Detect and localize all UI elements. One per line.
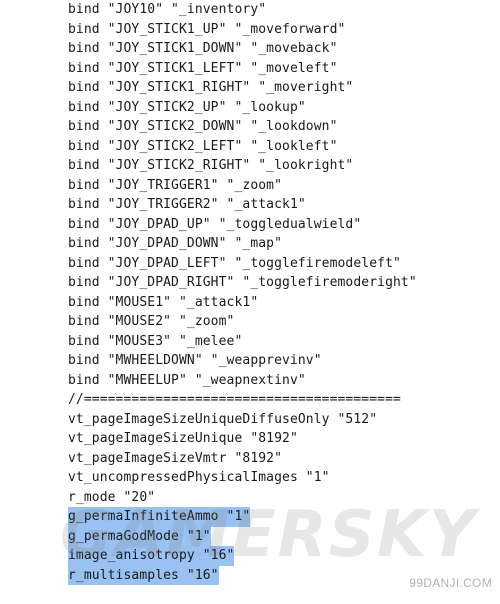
- code-line[interactable]: bind "JOY_DPAD_RIGHT" "_togglefiremoderi…: [68, 273, 498, 293]
- code-line-text: vt_pageImageSizeUnique "8192": [68, 431, 298, 446]
- code-line[interactable]: vt_pageImageSizeUnique "8192": [68, 429, 498, 449]
- code-line-text: bind "JOY_DPAD_RIGHT" "_togglefiremoderi…: [68, 275, 417, 290]
- code-line-text: bind "MOUSE1" "_attack1": [68, 294, 259, 310]
- code-line[interactable]: bind "MWHEELUP" "_weapnextinv": [68, 371, 498, 391]
- code-line[interactable]: bind "JOY_TRIGGER2" "_attack1": [68, 195, 498, 215]
- code-line-selected[interactable]: image_anisotropy "16": [68, 546, 498, 566]
- code-line-text: vt_uncompressedPhysicalImages "1": [68, 470, 330, 485]
- code-line-text: bind "JOY_STICK1_LEFT" "_moveleft": [68, 60, 338, 76]
- code-line[interactable]: vt_pageImageSizeVmtr "8192": [68, 449, 498, 469]
- code-line-text: g_permaInfiniteAmmo "1": [68, 507, 251, 527]
- code-line[interactable]: vt_uncompressedPhysicalImages "1": [68, 468, 498, 488]
- code-line-text: bind "JOY_STICK2_DOWN" "_lookdown": [68, 119, 338, 134]
- code-line[interactable]: //======================================…: [68, 390, 498, 410]
- code-line[interactable]: bind "MWHEELDOWN" "_weapprevinv": [68, 351, 498, 371]
- code-line-text: bind "MWHEELUP" "_weapnextinv": [68, 372, 306, 388]
- text-editor[interactable]: bind "JOY10" "_inventory"bind "JOY_STICK…: [0, 0, 500, 604]
- code-line-text: bind "JOY_STICK2_RIGHT" "_lookright": [68, 158, 354, 173]
- code-line-text: bind "JOY_STICK1_DOWN" "_moveback": [68, 41, 338, 56]
- code-line[interactable]: bind "JOY_STICK1_RIGHT" "_moveright": [68, 78, 498, 98]
- code-line-text: bind "MOUSE2" "_zoom": [68, 314, 235, 329]
- code-line-text: vt_pageImageSizeUniqueDiffuseOnly "512": [68, 411, 378, 427]
- code-line-text: bind "MWHEELDOWN" "_weapprevinv": [68, 353, 322, 368]
- code-line-text: vt_pageImageSizeVmtr "8192": [68, 450, 283, 466]
- code-line[interactable]: bind "JOY_STICK2_DOWN" "_lookdown": [68, 117, 498, 137]
- code-line[interactable]: bind "MOUSE2" "_zoom": [68, 312, 498, 332]
- code-line-text: r_mode "20": [68, 489, 156, 505]
- code-line[interactable]: bind "JOY_STICK1_DOWN" "_moveback": [68, 39, 498, 59]
- code-line[interactable]: bind "JOY_TRIGGER1" "_zoom": [68, 176, 498, 196]
- code-line-text: bind "JOY_STICK1_UP" "_moveforward": [68, 21, 346, 37]
- site-watermark: 99DANJI.COM: [409, 576, 492, 590]
- code-line-text: bind "JOY_DPAD_DOWN" "_map": [68, 236, 283, 251]
- code-line-text: bind "JOY_STICK2_UP" "_lookup": [68, 99, 306, 115]
- code-line-text: bind "JOY_TRIGGER1" "_zoom": [68, 177, 283, 193]
- code-line[interactable]: bind "JOY_STICK2_RIGHT" "_lookright": [68, 156, 498, 176]
- code-line[interactable]: bind "JOY_STICK2_LEFT" "_lookleft": [68, 137, 498, 157]
- code-line[interactable]: bind "JOY10" "_inventory": [68, 0, 498, 20]
- code-line-text: //======================================…: [68, 392, 401, 407]
- code-line[interactable]: r_mode "20": [68, 488, 498, 508]
- code-line[interactable]: bind "MOUSE3" "_melee": [68, 332, 498, 352]
- code-line[interactable]: bind "MOUSE1" "_attack1": [68, 293, 498, 313]
- code-line[interactable]: bind "JOY_DPAD_LEFT" "_togglefiremodelef…: [68, 254, 498, 274]
- code-line[interactable]: bind "JOY_DPAD_DOWN" "_map": [68, 234, 498, 254]
- code-line-text: bind "JOY_STICK1_RIGHT" "_moveright": [68, 80, 354, 95]
- code-line[interactable]: bind "JOY_STICK1_LEFT" "_moveleft": [68, 59, 498, 79]
- code-line-text: image_anisotropy "16": [68, 546, 235, 566]
- code-line-text: bind "JOY_STICK2_LEFT" "_lookleft": [68, 138, 338, 154]
- code-line-text: r_multisamples "16": [68, 565, 219, 585]
- code-line[interactable]: bind "JOY_STICK1_UP" "_moveforward": [68, 20, 498, 40]
- code-line[interactable]: bind "JOY_DPAD_UP" "_toggledualwield": [68, 215, 498, 235]
- code-line-text: g_permaGodMode "1": [68, 526, 211, 546]
- code-line[interactable]: vt_pageImageSizeUniqueDiffuseOnly "512": [68, 410, 498, 430]
- code-line-text: bind "MOUSE3" "_melee": [68, 333, 243, 349]
- code-line-selected[interactable]: g_permaInfiniteAmmo "1": [68, 507, 498, 527]
- code-line[interactable]: bind "JOY_STICK2_UP" "_lookup": [68, 98, 498, 118]
- code-line-text: bind "JOY_DPAD_UP" "_toggledualwield": [68, 216, 362, 232]
- code-lines[interactable]: bind "JOY10" "_inventory"bind "JOY_STICK…: [68, 0, 498, 585]
- code-line-selected[interactable]: g_permaGodMode "1": [68, 526, 498, 546]
- code-line-text: bind "JOY_DPAD_LEFT" "_togglefiremodelef…: [68, 255, 401, 271]
- code-line-text: bind "JOY_TRIGGER2" "_attack1": [68, 197, 306, 212]
- code-line-text: bind "JOY10" "_inventory": [68, 2, 267, 17]
